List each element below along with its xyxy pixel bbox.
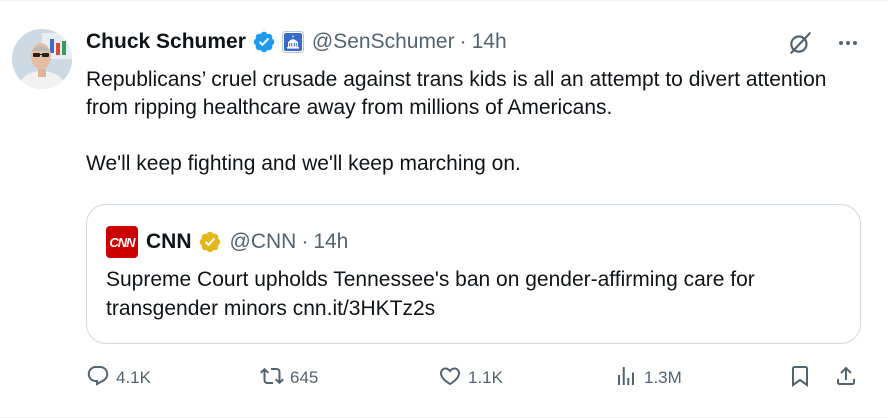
tweet-paragraph-2: We'll keep fighting and we'll keep march… [86,152,521,175]
repost-count: 645 [290,368,319,387]
quoted-header-separator: · [301,230,309,253]
quoted-author-name: CNN [146,230,192,253]
tweet-paragraph-1: Republicans’ cruel crusade against trans… [86,68,827,119]
author-handle[interactable]: @SenSchumer [312,30,455,54]
top-actions [786,29,862,57]
bookmark-icon [788,364,812,393]
header-separator: · [459,30,467,53]
quoted-post-time: 14h [313,230,349,253]
more-icon[interactable] [834,29,862,57]
bookmark-button[interactable] [788,363,812,393]
action-bar: 4.1K 645 1.1K 1.3M [86,363,862,393]
tweet-header: Chuck Schumer @SenSchumer · 14h [86,28,507,56]
avatar[interactable] [12,29,72,89]
views-icon [614,364,638,393]
verified-gold-icon [198,230,222,254]
quoted-tweet-text: Supreme Court upholds Tennessee's ban on… [106,268,755,320]
post-time[interactable]: 14h [472,30,507,54]
government-badge-icon[interactable] [281,31,304,53]
grok-icon[interactable] [786,29,814,57]
like-button[interactable]: 1.1K [438,363,503,393]
reply-icon [86,364,110,393]
like-count: 1.1K [468,368,503,387]
reply-count: 4.1K [116,368,151,387]
quoted-tweet[interactable]: CNN CNN @CNN · 14h Supreme Court upholds… [86,204,861,344]
repost-button[interactable]: 645 [260,363,318,393]
author-name[interactable]: Chuck Schumer [86,30,246,54]
verified-blue-icon[interactable] [252,30,276,54]
views-button[interactable]: 1.3M [614,363,682,393]
tweet-text: Republicans’ cruel crusade against trans… [86,66,846,178]
repost-icon [260,364,284,393]
share-icon [834,364,858,393]
quoted-tweet-header: CNN CNN @CNN · 14h [106,226,349,258]
cnn-logo: CNN [106,226,138,258]
share-button[interactable] [834,363,858,393]
reply-button[interactable]: 4.1K [86,363,151,393]
like-icon [438,364,462,393]
tweet: Chuck Schumer @SenSchumer · 14h Republic… [0,0,888,418]
quoted-author-handle: @CNN [229,230,297,253]
views-count: 1.3M [644,368,682,387]
